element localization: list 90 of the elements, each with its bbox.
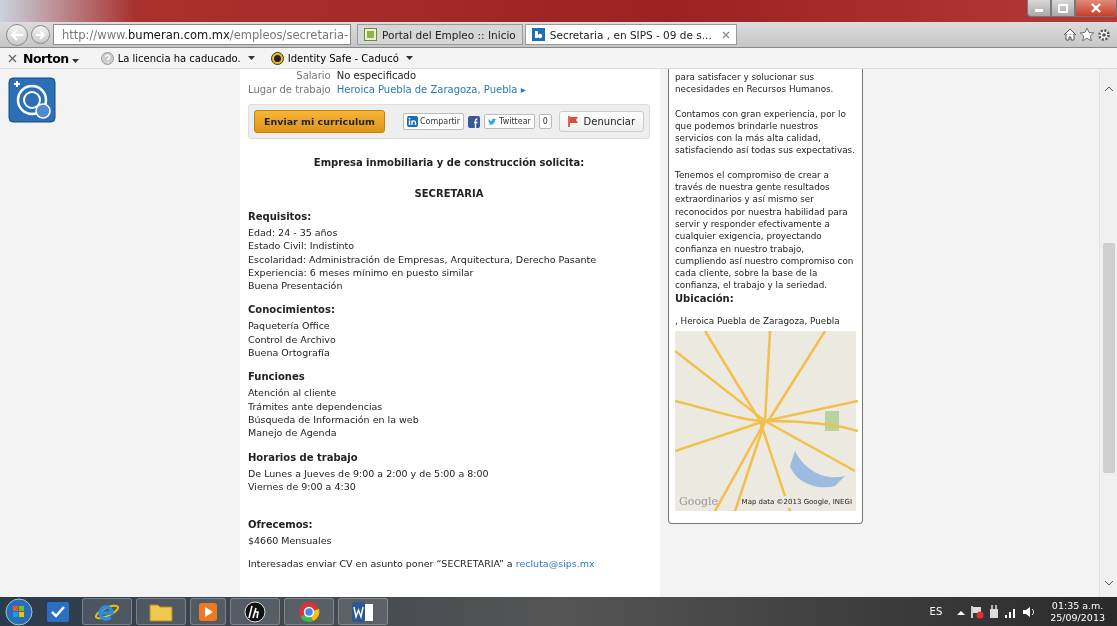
section-heading: Requisitos: [248, 211, 313, 222]
media-player-icon [199, 602, 217, 621]
close-icon [1091, 3, 1101, 13]
home-icon[interactable] [1063, 28, 1077, 41]
location-link[interactable]: Heroica Puebla de Zaragoza, Puebla ▸ [336, 83, 526, 96]
section-line: Paquetería Office [248, 319, 331, 333]
vertical-scrollbar[interactable] [1099, 69, 1117, 597]
dropdown-caret-icon [71, 58, 79, 63]
site-favicon-icon [531, 28, 545, 41]
section-line: Edad: 24 - 35 años [248, 226, 339, 240]
section-line: Experiencia: 6 meses mínimo en puesto similar [248, 265, 475, 280]
taskbar-app[interactable] [338, 598, 388, 625]
detail-label: Lugar de trabajo [248, 83, 331, 96]
job-title: SECRETARIA [413, 188, 485, 199]
minimize-icon [1035, 9, 1043, 12]
section-heading: Conocimientos: [248, 304, 336, 316]
section-line: Atención al cliente [248, 386, 338, 400]
hp-logo-icon [244, 600, 266, 623]
folder-icon [149, 601, 173, 622]
flag-icon[interactable] [970, 604, 985, 619]
detail-label: Salario [295, 69, 331, 82]
norton-menu[interactable]: Norton [23, 50, 79, 66]
checkmark-app-icon [47, 601, 69, 622]
section-line: Buena Presentación [248, 279, 344, 293]
location-text: , Heroica Puebla de Zaragoza, Puebla [675, 315, 841, 328]
section-line: Búsqueda de Información en la web [248, 412, 420, 427]
taskbar-app[interactable] [190, 598, 226, 625]
section-line: De Lunes a Jueves de 9:00 a 2:00 y de 5:00 a 8:00 [248, 466, 490, 480]
minimize-button[interactable] [1027, 0, 1051, 17]
section-heading: Funciones [248, 371, 306, 383]
star-icon[interactable] [1080, 28, 1094, 41]
bird-icon [488, 117, 498, 126]
url-text: http://www.bumeran.com.mx/empleos/secretaria- [62, 27, 349, 42]
start-button[interactable] [4, 597, 34, 626]
facebook-icon[interactable] [468, 115, 481, 128]
tweet-button[interactable]: Twittear [484, 114, 535, 129]
page-favicon-icon [364, 28, 377, 41]
section-line: Manejo de Agenda [248, 426, 338, 440]
close-button[interactable] [1075, 0, 1117, 17]
linkedin-icon [406, 116, 418, 127]
browser-tab[interactable]: Secretaria , en SIPS - 09 de s... [524, 24, 737, 45]
close-tab-icon[interactable] [721, 30, 730, 39]
restore-icon [1058, 3, 1068, 13]
section-line: Control de Archivo [248, 332, 337, 347]
power-plug-icon[interactable] [988, 604, 1001, 619]
flag-icon [567, 116, 579, 127]
address-bar[interactable]: http://www.bumeran.com.mx/empleos/secretaria- [53, 24, 351, 45]
help-icon [100, 51, 114, 65]
contact-text: Interesadas enviar CV en asunto poner “SECRETARIA” a recluta@sips.mx [248, 557, 596, 571]
settings-icon[interactable] [1097, 27, 1111, 42]
tweet-count: 0 [538, 114, 552, 129]
company-paragraph: Tenemos el compromiso de crear a través de nuestra gente resultados extraordinarios y así mismo ser reconocidos por nuestra habilidad para servir y responder efectivamente a cualquier exigencia, proyectando confianza en nuestro trabajo, cumpliendo así nuestro compromiso con cada cliente, sobre la base de la confianza, el trabajo y la seriedad. [675, 168, 855, 292]
scroll-up-icon[interactable] [1103, 85, 1114, 93]
report-button[interactable]: Denunciar [558, 111, 644, 132]
scroll-down-icon[interactable] [1103, 579, 1114, 587]
word-icon [352, 601, 374, 622]
forward-arrow-icon [35, 29, 46, 40]
apply-button[interactable]: Enviar mi curriculum [254, 110, 385, 133]
company-paragraph: Contamos con gran experiencia, por lo que podemos brindarle nuestros servicios con la más alta calidad, satisfaciendo así todas sus expectativas. [675, 107, 856, 157]
email-link[interactable]: recluta@sips.mx [515, 558, 595, 570]
close-toolbar-icon[interactable] [8, 53, 17, 63]
dropdown-caret-icon [247, 56, 255, 60]
back-arrow-icon [10, 28, 24, 41]
section-line: Estado Civil: Indistinto [248, 239, 356, 253]
section-heading: Ofrecemos: [248, 519, 314, 531]
linkedin-share-button[interactable]: Compartir [402, 113, 465, 130]
back-button[interactable] [6, 23, 28, 46]
section-line: Escolaridad: Administración de Empresas, Arquitectura, Derecho Pasante [248, 252, 598, 266]
company-paragraph: para satisfacer y solucionar sus necesidades en Recursos Humanos. [675, 71, 835, 96]
toolbar-menu[interactable]: Identity Safe - Caducó [270, 51, 413, 65]
chrome-icon [298, 600, 320, 623]
dropdown-caret-icon [405, 56, 413, 60]
restore-button[interactable] [1051, 0, 1075, 17]
section-line: Trámites ante dependencias [248, 399, 384, 413]
job-intro: Empresa inmobiliaria y de construcción solicita: [312, 157, 586, 168]
section-line: $4660 Mensuales [248, 534, 333, 548]
toolbar-menu[interactable]: La licencia ha caducado. [100, 51, 255, 65]
volume-icon[interactable] [1022, 605, 1037, 618]
section-heading: Horarios de trabajo [248, 451, 359, 463]
detail-value: No especificado [336, 69, 418, 82]
section-line: Viernes de 9:00 a 4:30 [248, 479, 357, 494]
taskbar-app[interactable] [230, 598, 280, 625]
forward-button[interactable] [31, 25, 50, 44]
location-heading: Ubicación: [675, 292, 735, 306]
browser-tab[interactable]: Portal del Empleo :: Inicio [357, 24, 523, 45]
language-indicator[interactable]: ES [929, 606, 943, 617]
taskbar-clock[interactable]: 01:35 a.m. 25/09/2013 [1050, 597, 1105, 626]
norton-identity-safe-icon[interactable] [8, 77, 56, 123]
section-line: Buena Ortografía [248, 346, 331, 360]
map-logo: Google [679, 496, 719, 509]
